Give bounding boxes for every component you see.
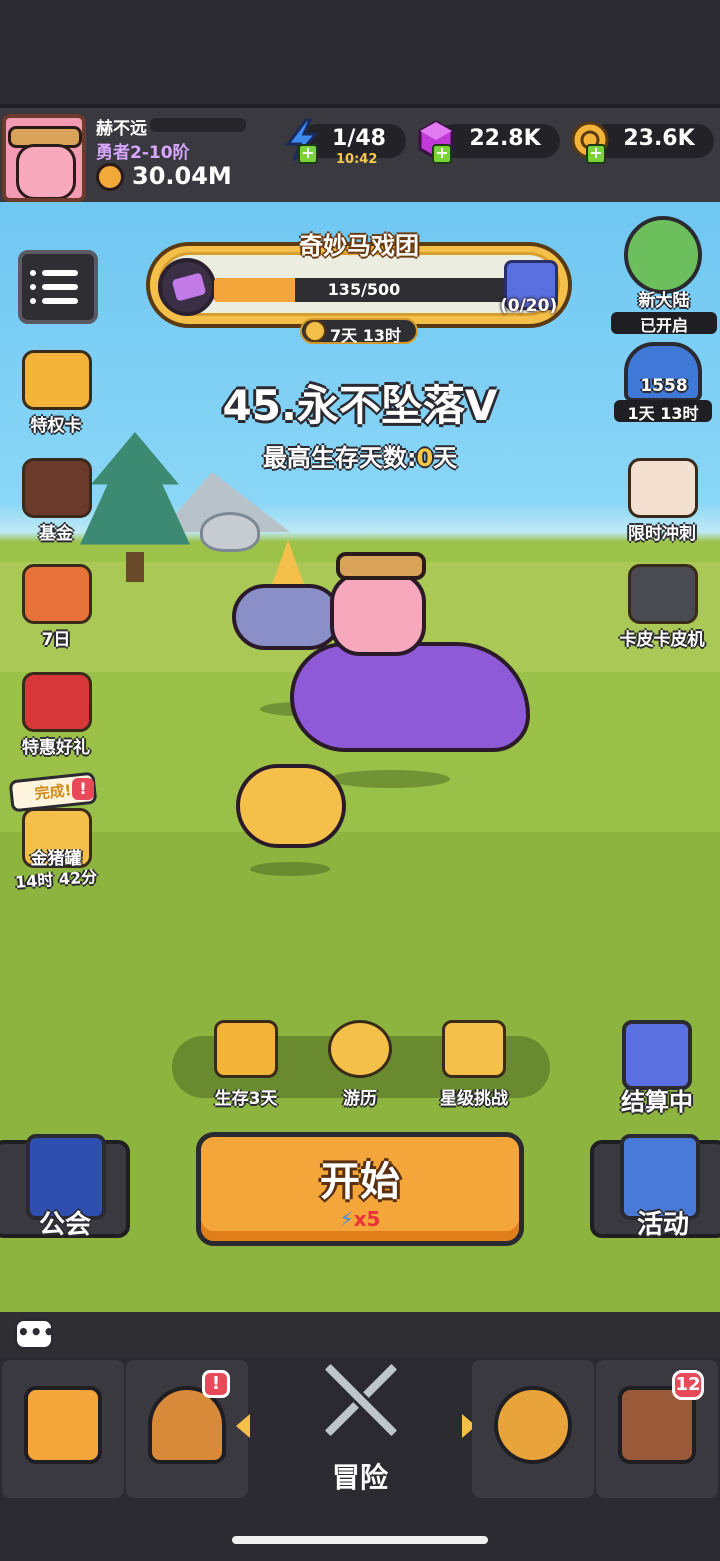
player-avatar[interactable] — [2, 114, 86, 202]
energy-timer: 10:42 — [336, 152, 378, 167]
best-survive-suffix: 天 — [433, 444, 458, 472]
start-cost-value: x5 — [353, 1207, 381, 1231]
nav-adventure[interactable]: 冒险 — [250, 1350, 470, 1500]
ticket-icon — [158, 258, 216, 316]
energy-value: 1/48 — [332, 126, 386, 151]
guild-label: 公会 — [38, 1210, 91, 1240]
menu-button[interactable] — [18, 250, 98, 324]
special-gift-button[interactable]: 特惠好礼 — [6, 664, 106, 764]
skin-machine-button[interactable]: 卡皮卡皮机 — [612, 556, 712, 656]
player-power: 30.04M — [132, 162, 232, 190]
player-rank: 勇者2-10阶 — [96, 143, 190, 163]
stopwatch-icon — [304, 320, 326, 342]
coin-add-button[interactable]: + — [586, 144, 606, 164]
shadow — [250, 862, 330, 876]
new-land-label: 新大陆 — [638, 291, 690, 311]
calendar-icon — [628, 458, 698, 518]
game-scene: 135/500 (0/20) 奇妙马戏团 7天 13时 45.永不坠落V 最高生… — [0, 202, 720, 1312]
pig-hero — [330, 572, 426, 656]
crossed-swords-icon — [310, 1350, 410, 1441]
background-rock — [200, 512, 260, 552]
player-name-background — [150, 118, 246, 132]
treasure-count-badge: 12 — [672, 1370, 704, 1400]
seven-day-label: 7日 — [41, 630, 71, 650]
player-name: 赫不远 — [96, 119, 147, 139]
upgrade-arrow-icon — [494, 1386, 572, 1464]
star-challenge-button[interactable]: 星级挑战 — [424, 1020, 524, 1110]
settle-swords-icon[interactable] — [622, 1020, 692, 1090]
seven-day-icon — [22, 564, 92, 624]
gem-add-button[interactable]: + — [432, 144, 452, 164]
event-reward-count: (0/20) — [500, 296, 558, 316]
event-title: 奇妙马戏团 — [299, 232, 419, 260]
guild-button[interactable]: 公会 — [0, 1134, 130, 1240]
best-survive-value: 0 — [416, 444, 434, 472]
coin-value: 23.6K — [623, 126, 695, 151]
menu-dot — [30, 298, 36, 304]
shadow — [330, 770, 450, 788]
slot-machine-icon — [628, 564, 698, 624]
avatar-pig-face — [16, 144, 76, 198]
menu-line — [42, 284, 78, 290]
start-label: 开始 — [320, 1159, 400, 1205]
ranking-value: 1558 — [640, 376, 688, 396]
ranking-timer: 1天 13时 — [614, 400, 712, 423]
privilege-card-icon — [22, 350, 92, 410]
piggy-alert-badge: ! — [72, 778, 94, 800]
activity-label: 活动 — [636, 1210, 689, 1240]
star-challenge-icon — [442, 1020, 506, 1078]
home-indicator — [232, 1536, 488, 1544]
activity-button[interactable]: 活动 — [590, 1134, 720, 1240]
settle-label: 结算中 — [621, 1088, 693, 1116]
start-cost: ⚡x5 — [201, 1207, 519, 1231]
travel-button[interactable]: 游历 — [310, 1020, 410, 1110]
shop-icon — [24, 1386, 102, 1464]
pig-hero-hat — [336, 552, 426, 580]
skin-machine-label: 卡皮卡皮机 — [619, 630, 705, 650]
limited-sprint-button[interactable]: 限时冲刺 — [612, 450, 712, 550]
gift-box-icon — [22, 672, 92, 732]
menu-line — [42, 298, 78, 304]
fund-label: 基金 — [39, 524, 73, 544]
privilege-card-button[interactable]: 特权卡 — [6, 342, 106, 442]
star-challenge-label: 星级挑战 — [440, 1089, 508, 1109]
hero-alert-badge: ! — [202, 1370, 230, 1398]
menu-line — [42, 270, 78, 276]
limited-sprint-label: 限时冲刺 — [628, 524, 696, 544]
energy-add-button[interactable]: + — [298, 144, 318, 164]
event-progress-bar: 135/500 — [214, 278, 514, 302]
purple-dragon-mount — [290, 642, 530, 752]
nav-shop[interactable] — [2, 1360, 124, 1498]
system-status-bar — [0, 0, 720, 105]
privilege-card-label: 特权卡 — [30, 416, 82, 436]
nav-left-arrow-icon — [236, 1414, 250, 1438]
gem-value: 22.8K — [469, 126, 541, 151]
event-progress-text: 135/500 — [327, 280, 401, 299]
special-gift-label: 特惠好礼 — [22, 738, 90, 758]
travel-label: 游历 — [343, 1089, 377, 1109]
menu-dot — [30, 284, 36, 290]
tree-trunk — [126, 552, 144, 582]
best-survive-prefix: 最高生存天数: — [262, 444, 417, 472]
new-land-globe-icon[interactable] — [624, 216, 702, 294]
seven-day-button[interactable]: 7日 — [6, 556, 106, 656]
yellow-pet — [236, 764, 346, 848]
treasure-chest-icon — [214, 1020, 278, 1078]
new-land-status: 已开启 — [611, 312, 717, 335]
energy-bolt-icon: ⚡ — [339, 1207, 354, 1231]
compass-icon — [328, 1020, 392, 1078]
storm-cloud-pet — [232, 584, 342, 650]
start-button[interactable]: 开始 ⚡x5 — [196, 1132, 524, 1246]
circus-event-banner[interactable]: 135/500 (0/20) 奇妙马戏团 7天 13时 — [128, 226, 590, 345]
event-timer: 7天 13时 — [330, 326, 401, 345]
chat-bubble-icon[interactable]: ••• — [14, 1318, 55, 1350]
power-icon — [96, 163, 124, 191]
survive-3-days-button[interactable]: 生存3天 — [196, 1020, 296, 1110]
nav-adventure-label: 冒险 — [331, 1461, 388, 1494]
fund-chart-icon — [22, 458, 92, 518]
menu-dot — [30, 270, 36, 276]
fund-button[interactable]: 基金 — [6, 450, 106, 550]
survive-3-days-label: 生存3天 — [214, 1089, 278, 1109]
nav-upgrade[interactable] — [472, 1360, 594, 1498]
